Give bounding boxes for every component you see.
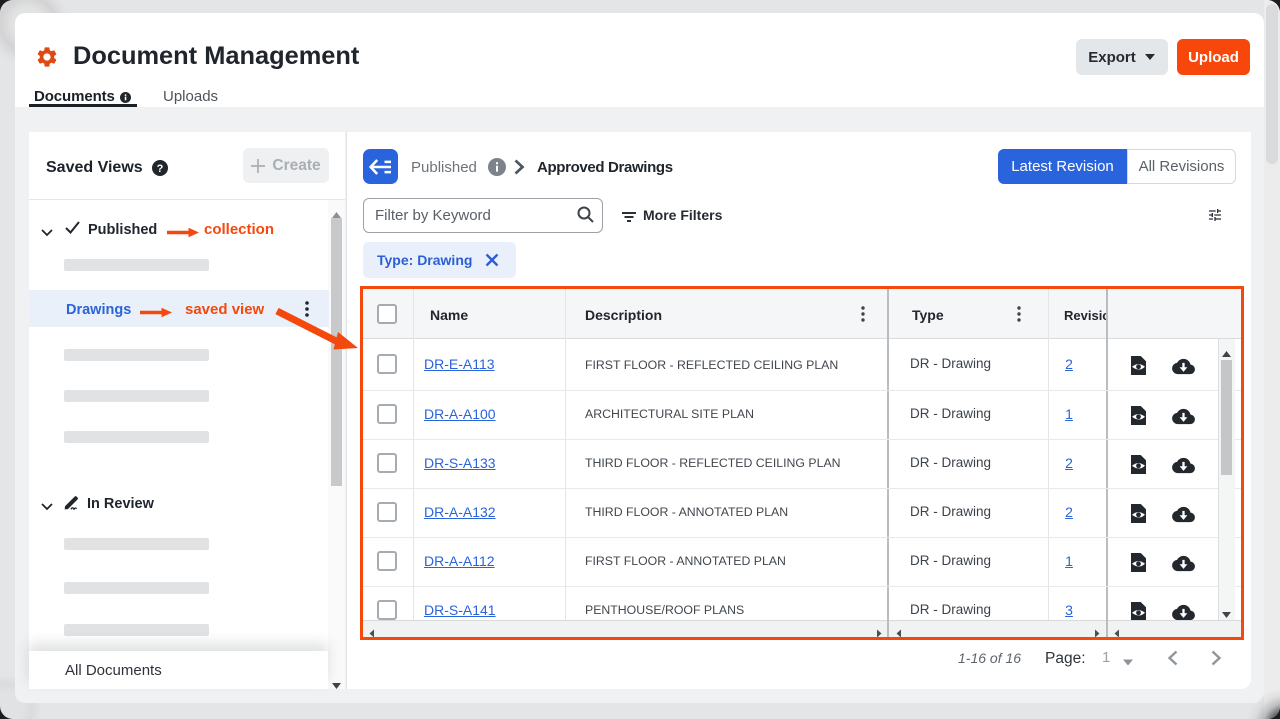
svg-text:?: ? bbox=[157, 163, 164, 175]
